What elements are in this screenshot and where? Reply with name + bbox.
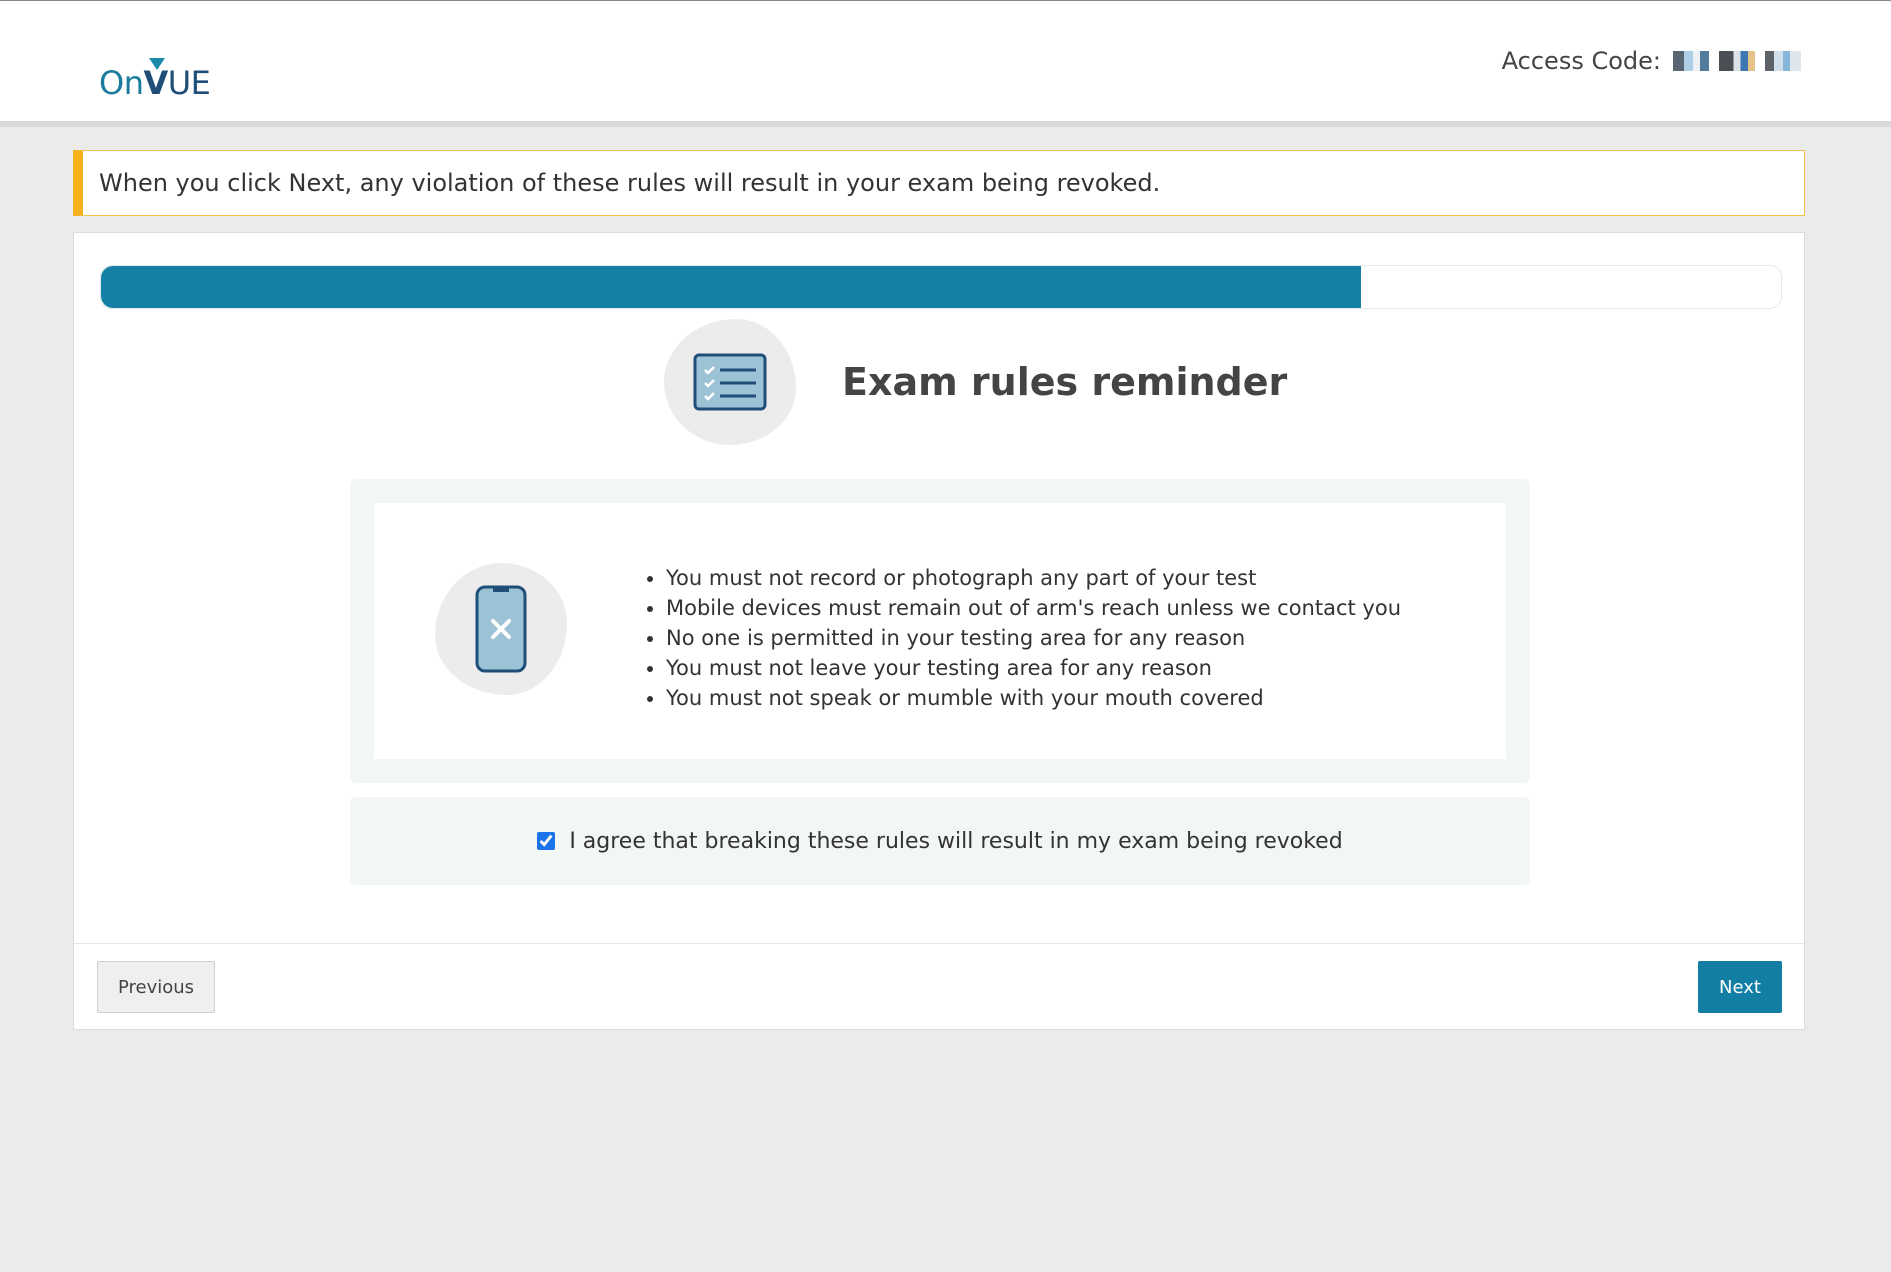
checklist-icon: [664, 319, 796, 445]
list-item: You must not record or photograph any pa…: [666, 563, 1401, 593]
rules-list: You must not record or photograph any pa…: [644, 563, 1401, 713]
page-title: Exam rules reminder: [842, 360, 1288, 404]
warning-banner: When you click Next, any violation of th…: [73, 150, 1805, 216]
warning-text: When you click Next, any violation of th…: [99, 169, 1161, 197]
previous-button[interactable]: Previous: [97, 961, 215, 1013]
list-item: Mobile devices must remain out of arm's …: [666, 593, 1401, 623]
title-section: Exam rules reminder: [664, 317, 1287, 447]
phone-prohibited-icon: [435, 563, 567, 695]
access-code-label: Access Code:: [1501, 47, 1661, 75]
redacted-block: [1719, 51, 1755, 71]
access-code: Access Code:: [1502, 47, 1801, 75]
progress-fill: [101, 266, 1361, 308]
agreement-panel: I agree that breaking these rules will r…: [350, 797, 1530, 885]
agree-checkbox[interactable]: [537, 832, 556, 850]
onvue-logo: OnVUE: [99, 64, 211, 102]
redacted-block: [1765, 51, 1801, 71]
progress-bar: [100, 265, 1782, 309]
list-item: You must not leave your testing area for…: [666, 653, 1401, 683]
next-button[interactable]: Next: [1698, 961, 1782, 1013]
header: OnVUE Access Code:: [0, 1, 1891, 127]
list-item: No one is permitted in your testing area…: [666, 623, 1401, 653]
rules-content: You must not record or photograph any pa…: [374, 503, 1506, 759]
rules-panel: You must not record or photograph any pa…: [350, 479, 1530, 783]
list-item: You must not speak or mumble with your m…: [666, 683, 1401, 713]
footer-divider: [74, 943, 1804, 944]
main-card: Exam rules reminder You must not record …: [73, 232, 1805, 1030]
access-code-value-redacted: [1673, 51, 1801, 71]
redacted-block: [1673, 51, 1709, 71]
agree-label[interactable]: I agree that breaking these rules will r…: [569, 829, 1342, 854]
